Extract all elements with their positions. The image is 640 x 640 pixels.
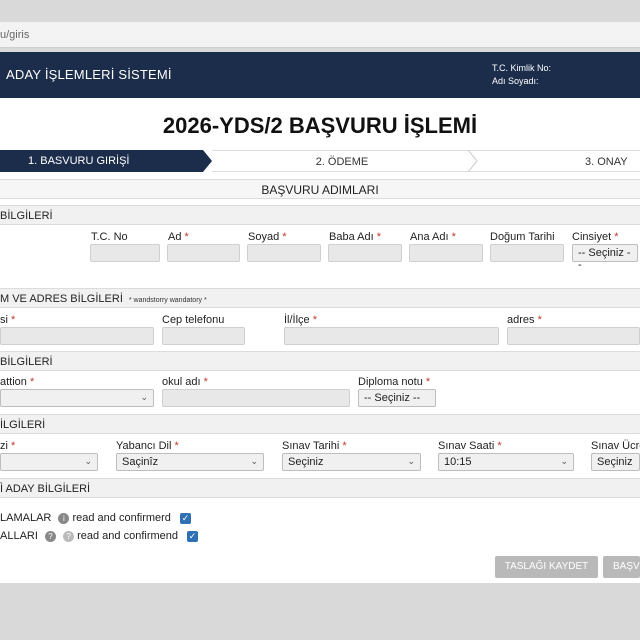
section-diger-aday: Ì ADAY BİLGİLERİ (0, 478, 640, 498)
cep-telefonu-input[interactable] (162, 327, 245, 345)
sinav-merkezi-label: zi * (0, 440, 16, 452)
kurallari-label: ALLARI (0, 530, 38, 542)
chevron-down-icon: ⌄ (84, 456, 92, 466)
step-2[interactable]: 2. ÖDEME (212, 150, 472, 172)
mezuniyet-select[interactable]: ⌄ (0, 389, 154, 407)
aciklamalar-row: LAMALAR i read and confirmerd ✓ (0, 512, 191, 528)
confirm-checkbox-2[interactable]: ✓ (187, 530, 199, 542)
kurallari-row: ALLARI ? ? read and confirmend ✓ (0, 530, 199, 546)
ad-label: Ad * (168, 231, 189, 243)
help-icon-secondary[interactable]: ? (63, 530, 75, 542)
ana-adi-input[interactable] (409, 244, 483, 262)
read-confirmed-text: read and confirmend (77, 530, 179, 542)
help-icon[interactable]: ? (44, 530, 56, 542)
sinav-saati-label: Sınav Saati * (438, 440, 502, 452)
sinav-saati-select[interactable]: 10:15 ⌄ (438, 453, 574, 471)
okul-adi-label: okul adı * (162, 376, 208, 388)
chevron-down-icon: ⌄ (140, 392, 148, 402)
cinsiyet-select[interactable]: -- Seçiniz -- (572, 244, 638, 271)
adres-label: adres * (507, 314, 542, 326)
tc-no-label: T.C. No (91, 231, 128, 243)
sinav-tarihi-label: Sınav Tarihi * (282, 440, 347, 452)
soyad-input[interactable] (247, 244, 321, 262)
step-divider-icon (467, 150, 478, 172)
yabanci-dil-label: Yabancı Dil * (116, 440, 179, 452)
ana-adi-label: Ana Adı * (410, 231, 456, 243)
mezuniyet-label: attion * (0, 376, 35, 388)
app-header: ADAY İŞLEMLERİ SİSTEMİ T.C. Kimlik No: A… (0, 52, 640, 98)
main-content: 2026-YDS/2 BAŞVURU İŞLEMİ 1. BASVURU GIR… (0, 98, 640, 583)
cep-telefonu-label: Cep telefonu (162, 314, 225, 326)
confirm-checkbox-1[interactable]: ✓ (180, 512, 191, 524)
section-basvuru-adimlari: BAŞVURU ADIMLARI (0, 179, 640, 199)
step-progress: 1. BASVURU GIRİŞİ 2. ÖDEME 3. ONAY (0, 150, 640, 172)
info-icon[interactable]: i (58, 512, 70, 524)
sinav-ucreti-select[interactable]: Seçiniz (591, 453, 640, 471)
section-kimlik: BİLGİLERİ (0, 205, 640, 225)
yabanci-dil-select[interactable]: Saçinîz ⌄ (116, 453, 264, 471)
cinsiyet-label: Cinsiyet * (572, 231, 619, 243)
email-input[interactable] (0, 327, 154, 345)
adres-input[interactable] (507, 327, 640, 345)
aciklamalar-label: LAMALAR (0, 512, 52, 524)
soyad-label: Soyad * (248, 231, 287, 243)
step-3[interactable]: 3. ONAY (472, 150, 640, 172)
section-ogrenim: BİLGİLERİ (0, 351, 640, 371)
ad-input[interactable] (167, 244, 240, 262)
diploma-notu-label: Diploma notu * (358, 376, 431, 388)
il-ilce-label: İl/İlçe * (284, 314, 318, 326)
il-ilce-input[interactable] (284, 327, 499, 345)
sinav-ucreti-label: Sınav Ücret (591, 440, 640, 452)
user-info: T.C. Kimlik No: Adı Soyadı: (492, 62, 551, 88)
email-label: si * (0, 314, 16, 326)
sinav-tarihi-select[interactable]: Seçiniz ⌄ (282, 453, 421, 471)
baba-adi-input[interactable] (328, 244, 402, 262)
chevron-down-icon: ⌄ (250, 456, 258, 466)
chevron-down-icon: ⌄ (407, 456, 415, 466)
read-confirmed-text: read and confirmerd (72, 512, 171, 524)
submit-button[interactable]: BAŞV (603, 556, 640, 578)
section-iletisim: M VE ADRES BİLGİLERİ * wandstorry wandato… (0, 288, 640, 308)
adi-soyadi-label: Adı Soyadı: (492, 76, 539, 86)
dogum-tarihi-label: Doğum Tarihi (490, 231, 555, 243)
browser-address-bar[interactable]: u/giris (0, 22, 640, 48)
okul-adi-input[interactable] (162, 389, 350, 407)
dogum-tarihi-input[interactable] (490, 244, 564, 262)
chevron-down-icon: ⌄ (560, 456, 568, 466)
url-text: u/giris (0, 29, 30, 41)
app-title: ADAY İŞLEMLERİ SİSTEMİ (6, 67, 172, 82)
page-title: 2026-YDS/2 BAŞVURU İŞLEMİ (162, 113, 478, 138)
tc-no-input[interactable] (90, 244, 160, 262)
sinav-merkezi-select[interactable]: ⌄ (0, 453, 98, 471)
tc-kimlik-label: T.C. Kimlik No: (492, 63, 552, 73)
baba-adi-label: Baba Adı * (329, 231, 381, 243)
diploma-notu-select[interactable]: -- Seçiniz -- (358, 389, 436, 407)
section-sinav: İLGİLERİ (0, 414, 640, 434)
step-1[interactable]: 1. BASVURU GIRİŞİ (0, 150, 212, 172)
save-draft-button[interactable]: TASLAĞI KAYDET (495, 556, 598, 578)
